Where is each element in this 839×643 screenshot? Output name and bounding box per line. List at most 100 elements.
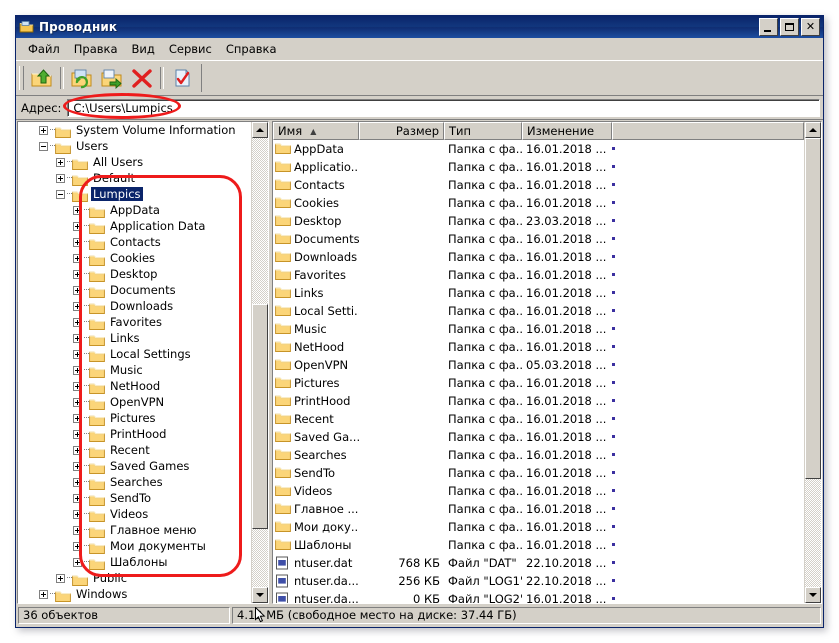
expand-plus-icon[interactable]	[73, 286, 82, 295]
expand-plus-icon[interactable]	[56, 174, 65, 183]
expand-plus-icon[interactable]	[73, 478, 82, 487]
tree-node-recent[interactable]: Recent	[18, 442, 251, 458]
table-row[interactable]: DocumentsПапка с фа...16.01.2018 ...	[273, 230, 804, 248]
table-row[interactable]: DownloadsПапка с фа...16.01.2018 ...	[273, 248, 804, 266]
expand-plus-icon[interactable]	[73, 382, 82, 391]
table-row[interactable]: FavoritesПапка с фа...16.01.2018 ...	[273, 266, 804, 284]
tree-node-printhood[interactable]: PrintHood	[18, 426, 251, 442]
table-row[interactable]: SendToПапка с фа...16.01.2018 ...	[273, 464, 804, 482]
tree-node-saved-games[interactable]: Saved Games	[18, 458, 251, 474]
table-row[interactable]: NetHoodПапка с фа...16.01.2018 ...	[273, 338, 804, 356]
up-one-level-button[interactable]	[27, 64, 57, 92]
expand-plus-icon[interactable]	[73, 318, 82, 327]
tree-node-users[interactable]: Users	[18, 138, 251, 154]
tree-scroll-track[interactable]	[252, 138, 268, 587]
table-row[interactable]: OpenVPNПапка с фа...05.03.2018 ...	[273, 356, 804, 374]
expand-plus-icon[interactable]	[73, 510, 82, 519]
tree-node-pictures[interactable]: Pictures	[18, 410, 251, 426]
tree-node-cookies[interactable]: Cookies	[18, 250, 251, 266]
tree-node-nethood[interactable]: NetHood	[18, 378, 251, 394]
list-scroll-up-button[interactable]	[805, 122, 821, 138]
tree-node-links[interactable]: Links	[18, 330, 251, 346]
column-size[interactable]: Размер	[359, 122, 444, 140]
tree-node-openvpn[interactable]: OpenVPN	[18, 394, 251, 410]
menu-view[interactable]: Вид	[125, 40, 162, 58]
tree-node-documents[interactable]: Documents	[18, 282, 251, 298]
list-scroll-down-button[interactable]	[805, 587, 821, 603]
table-row[interactable]: AppDataПапка с фа...16.01.2018 ...	[273, 140, 804, 158]
tree-node-system-volume-information[interactable]: System Volume Information	[18, 122, 251, 138]
tree-node-desktop[interactable]: Desktop	[18, 266, 251, 282]
menu-edit[interactable]: Правка	[67, 40, 125, 58]
tree-node-appdata[interactable]: AppData	[18, 202, 251, 218]
tree-node-public[interactable]: Public	[18, 570, 251, 586]
table-row[interactable]: ntuser.dat768 КБФайл "DAT"22.10.2018 ...	[273, 554, 804, 572]
delete-button[interactable]	[127, 64, 157, 92]
expand-plus-icon[interactable]	[73, 462, 82, 471]
expand-plus-icon[interactable]	[73, 270, 82, 279]
table-row[interactable]: LinksПапка с фа...16.01.2018 ...	[273, 284, 804, 302]
collapse-minus-icon[interactable]	[39, 142, 48, 151]
table-row[interactable]: MusicПапка с фа...16.01.2018 ...	[273, 320, 804, 338]
expand-plus-icon[interactable]	[39, 590, 48, 599]
tree-node-all-users[interactable]: All Users	[18, 154, 251, 170]
tree-node-default[interactable]: Default	[18, 170, 251, 186]
tree-node-contacts[interactable]: Contacts	[18, 234, 251, 250]
table-row[interactable]: Главное ...Папка с фа...16.01.2018 ...	[273, 500, 804, 518]
menu-help[interactable]: Справка	[219, 40, 284, 58]
expand-plus-icon[interactable]	[73, 334, 82, 343]
expand-plus-icon[interactable]	[56, 158, 65, 167]
table-row[interactable]: RecentПапка с фа...16.01.2018 ...	[273, 410, 804, 428]
expand-plus-icon[interactable]	[73, 446, 82, 455]
tree-node-мои-документы[interactable]: Мои документы	[18, 538, 251, 554]
tree-node-sendto[interactable]: SendTo	[18, 490, 251, 506]
tree-node-windows[interactable]: Windows	[18, 586, 251, 602]
list-scroll-thumb[interactable]	[805, 138, 821, 479]
expand-plus-icon[interactable]	[73, 430, 82, 439]
expand-plus-icon[interactable]	[73, 414, 82, 423]
expand-plus-icon[interactable]	[73, 222, 82, 231]
table-row[interactable]: PicturesПапка с фа...16.01.2018 ...	[273, 374, 804, 392]
tree-node-lumpics[interactable]: Lumpics	[18, 186, 251, 202]
collapse-minus-icon[interactable]	[56, 190, 65, 199]
expand-plus-icon[interactable]	[73, 366, 82, 375]
tree-node-шаблоны[interactable]: Шаблоны	[18, 554, 251, 570]
column-modified[interactable]: Изменение	[522, 122, 612, 140]
address-input[interactable]: C:\Users\Lumpics	[67, 99, 820, 117]
tree-scroll-up-button[interactable]	[252, 122, 268, 138]
minimize-button[interactable]	[759, 18, 778, 36]
expand-plus-icon[interactable]	[73, 494, 82, 503]
tree-node-videos[interactable]: Videos	[18, 506, 251, 522]
expand-plus-icon[interactable]	[73, 254, 82, 263]
column-name[interactable]: Имя▲	[273, 122, 359, 140]
column-filler[interactable]	[612, 122, 804, 140]
table-row[interactable]: CookiesПапка с фа...16.01.2018 ...	[273, 194, 804, 212]
expand-plus-icon[interactable]	[73, 350, 82, 359]
list-vertical-scrollbar[interactable]	[804, 122, 821, 603]
expand-plus-icon[interactable]	[73, 542, 82, 551]
table-row[interactable]: ContactsПапка с фа...16.01.2018 ...	[273, 176, 804, 194]
menu-tools[interactable]: Сервис	[162, 40, 219, 58]
expand-plus-icon[interactable]	[73, 302, 82, 311]
tree-node-bootmgr-f-[interactable]: BootMgr (F:)	[18, 602, 251, 603]
expand-plus-icon[interactable]	[56, 574, 65, 583]
expand-plus-icon[interactable]	[73, 558, 82, 567]
table-row[interactable]: ШаблоныПапка с фа...16.01.2018 ...	[273, 536, 804, 554]
table-row[interactable]: PrintHoodПапка с фа...16.01.2018 ...	[273, 392, 804, 410]
expand-plus-icon[interactable]	[73, 238, 82, 247]
expand-plus-icon[interactable]	[73, 526, 82, 535]
tree-node-downloads[interactable]: Downloads	[18, 298, 251, 314]
expand-plus-icon[interactable]	[73, 206, 82, 215]
tree-scroll-down-button[interactable]	[252, 587, 268, 603]
table-row[interactable]: VideosПапка с фа...16.01.2018 ...	[273, 482, 804, 500]
move-folder-button[interactable]	[97, 64, 127, 92]
table-row[interactable]: ntuser.da...256 КБФайл "LOG1"22.10.2018 …	[273, 572, 804, 590]
table-row[interactable]: Applicatio...Папка с фа...16.01.2018 ...	[273, 158, 804, 176]
tree-node-local-settings[interactable]: Local Settings	[18, 346, 251, 362]
column-type[interactable]: Тип	[444, 122, 522, 140]
table-row[interactable]: Local Setti...Папка с фа...16.01.2018 ..…	[273, 302, 804, 320]
properties-button[interactable]	[167, 64, 197, 92]
tree-vertical-scrollbar[interactable]	[251, 122, 268, 603]
tree-node-searches[interactable]: Searches	[18, 474, 251, 490]
expand-plus-icon[interactable]	[39, 126, 48, 135]
